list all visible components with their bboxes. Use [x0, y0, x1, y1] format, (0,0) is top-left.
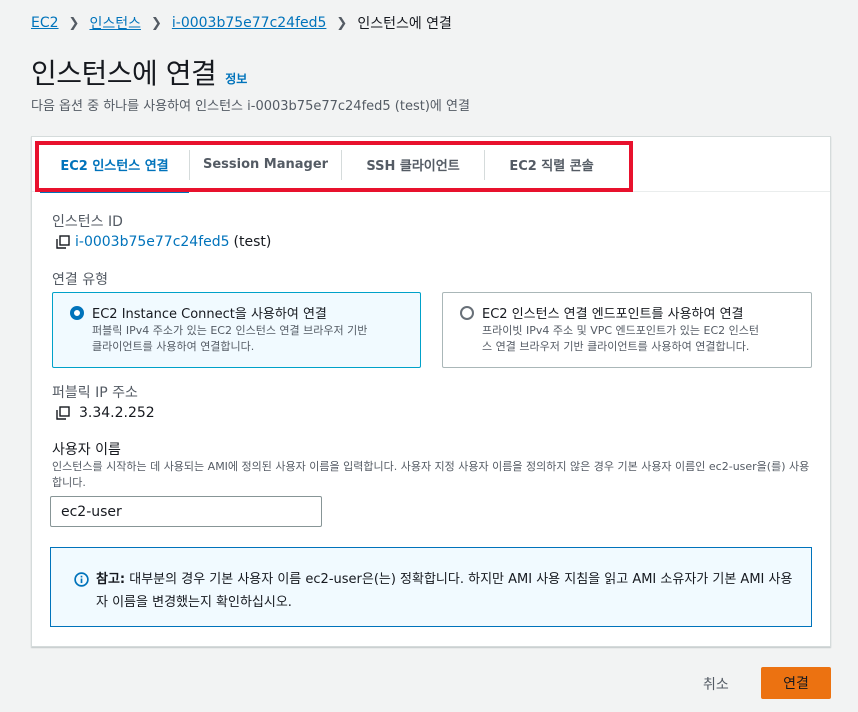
alert-text: 참고: 대부분의 경우 기본 사용자 이름 ec2-user은(는) 정확합니다…: [96, 568, 796, 614]
tab-ec2-serial-console[interactable]: EC2 직렬 콘솔: [485, 137, 618, 192]
tab-ssh-client[interactable]: SSH 클라이언트: [342, 137, 484, 192]
info-link[interactable]: 정보: [225, 70, 247, 87]
chevron-right-icon: ❯: [150, 15, 162, 31]
page-description: 다음 옵션 중 하나를 사용하여 인스턴스 i-0003b75e77c24fed…: [31, 99, 470, 114]
copy-icon[interactable]: [56, 235, 70, 249]
connection-type-label: 연결 유형: [52, 272, 108, 288]
connect-card: EC2 인스턴스 연결 Session Manager SSH 클라이언트 EC…: [31, 136, 831, 647]
copy-icon[interactable]: [56, 406, 70, 420]
alert-body: 대부분의 경우 기본 사용자 이름 ec2-user은(는) 정확합니다. 하지…: [96, 572, 793, 610]
option-description: 퍼블릭 IPv4 주소가 있는 EC2 인스턴스 연결 브라우저 기반 클라이언…: [92, 323, 367, 355]
option-description-line: 스 연결 브라우저 기반 클라이언트를 사용하여 연결합니다.: [482, 340, 750, 353]
breadcrumb-current: 인스턴스에 연결: [357, 16, 452, 32]
username-hint: 인스턴스를 시작하는 데 사용되는 AMI에 정의된 사용자 이름을 입력합니다…: [52, 460, 810, 489]
option-description-line: 클라이언트를 사용하여 연결합니다.: [92, 340, 255, 353]
option-ec2-instance-connect[interactable]: EC2 Instance Connect을 사용하여 연결 퍼블릭 IPv4 주…: [52, 292, 421, 368]
breadcrumb-instance-id[interactable]: i-0003b75e77c24fed5: [172, 15, 327, 31]
breadcrumb-instances[interactable]: 인스턴스: [89, 13, 141, 33]
username-label: 사용자 이름: [52, 442, 121, 458]
info-alert: 참고: 대부분의 경우 기본 사용자 이름 ec2-user은(는) 정확합니다…: [50, 547, 812, 627]
radio-unselected-icon[interactable]: [460, 306, 474, 320]
option-title: EC2 인스턴스 연결 엔드포인트를 사용하여 연결: [482, 307, 744, 322]
radio-selected-icon[interactable]: [70, 306, 84, 320]
option-endpoint-connect[interactable]: EC2 인스턴스 연결 엔드포인트를 사용하여 연결 프라이빗 IPv4 주소 …: [442, 292, 812, 368]
public-ip-value: 3.34.2.252: [79, 405, 155, 421]
tab-ec2-instance-connect[interactable]: EC2 인스턴스 연결: [40, 137, 189, 193]
instance-name: (test): [233, 234, 272, 250]
info-icon: [74, 572, 89, 587]
public-ip-row: 3.34.2.252: [56, 405, 155, 421]
breadcrumb-ec2[interactable]: EC2: [31, 15, 59, 31]
public-ip-label: 퍼블릭 IP 주소: [52, 385, 138, 401]
option-title: EC2 Instance Connect을 사용하여 연결: [92, 307, 327, 322]
alert-prefix: 참고:: [96, 572, 126, 587]
cancel-button[interactable]: 취소: [703, 674, 729, 694]
page-title: 인스턴스에 연결: [31, 57, 217, 90]
tab-bar: EC2 인스턴스 연결 Session Manager SSH 클라이언트 EC…: [32, 137, 830, 193]
instance-id-row: i-0003b75e77c24fed5 (test): [56, 234, 271, 250]
breadcrumb: EC2 ❯ 인스턴스 ❯ i-0003b75e77c24fed5 ❯ 인스턴스에…: [31, 13, 452, 33]
instance-id-label: 인스턴스 ID: [52, 214, 123, 230]
chevron-right-icon: ❯: [68, 15, 80, 31]
chevron-right-icon: ❯: [336, 15, 348, 31]
tab-session-manager[interactable]: Session Manager: [190, 137, 341, 192]
instance-id-link[interactable]: i-0003b75e77c24fed5: [75, 234, 230, 250]
connect-button[interactable]: 연결: [761, 667, 831, 699]
username-input[interactable]: [50, 496, 322, 527]
option-description-line: 퍼블릭 IPv4 주소가 있는 EC2 인스턴스 연결 브라우저 기반: [92, 324, 368, 337]
option-description: 프라이빗 IPv4 주소 및 VPC 엔드포인트가 있는 EC2 인스턴 스 연…: [482, 323, 759, 355]
connect-instance-page: EC2 ❯ 인스턴스 ❯ i-0003b75e77c24fed5 ❯ 인스턴스에…: [0, 0, 858, 712]
option-description-line: 프라이빗 IPv4 주소 및 VPC 엔드포인트가 있는 EC2 인스턴: [482, 324, 759, 337]
title-row: 인스턴스에 연결 정보: [31, 52, 247, 92]
